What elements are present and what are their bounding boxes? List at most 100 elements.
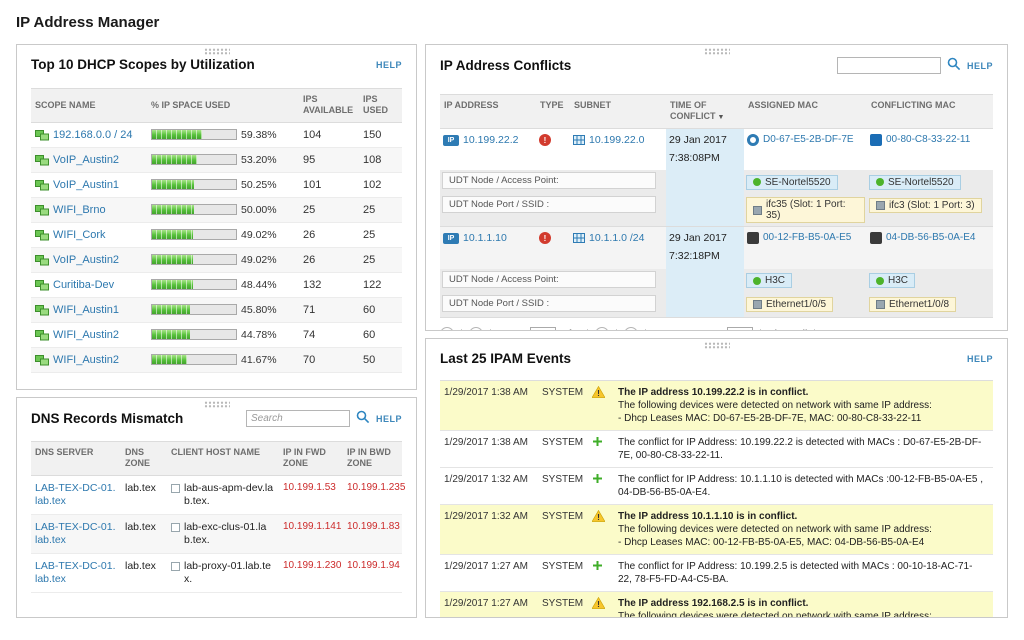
event-row: 1/29/2017 1:32 AM SYSTEM ! The conflict … bbox=[440, 468, 993, 505]
column-header: DNS SERVER bbox=[35, 447, 94, 457]
help-link[interactable]: HELP bbox=[376, 414, 402, 424]
search-input[interactable] bbox=[836, 57, 941, 74]
assigned-node-chip[interactable]: SE-Nortel5520 bbox=[746, 174, 838, 190]
panel-ip-conflicts: IP Address Conflicts HELP IP ADDRESS TYP… bbox=[425, 44, 1008, 331]
scope-name-link[interactable]: WIFI_Austin1 bbox=[53, 304, 119, 316]
event-row: 1/29/2017 1:27 AM SYSTEM ! The IP addres… bbox=[440, 592, 993, 617]
prev-page-button[interactable]: ‹ bbox=[469, 327, 483, 330]
event-time: 1/29/2017 1:38 AM bbox=[444, 437, 528, 448]
conflicting-mac-link[interactable]: 00-80-C8-33-22-11 bbox=[886, 134, 970, 145]
utilization-percent: 50.00% bbox=[241, 203, 277, 216]
assigned-node-chip[interactable]: H3C bbox=[746, 273, 793, 289]
items-on-page-input[interactable] bbox=[726, 326, 753, 330]
subnet-link[interactable]: 10.199.22.0 bbox=[589, 134, 644, 146]
scope-name-link[interactable]: WIFI_Austin2 bbox=[53, 329, 119, 341]
table-row: VoIP_Austin1 50.25% 101 102 bbox=[31, 173, 402, 198]
scope-icon bbox=[35, 179, 49, 191]
column-header: CONFLICTING MAC bbox=[871, 100, 956, 110]
utilization-percent: 44.78% bbox=[241, 328, 277, 341]
page-title: IP Address Manager bbox=[16, 14, 160, 31]
column-header: ASSIGNED MAC bbox=[748, 100, 819, 110]
help-link[interactable]: HELP bbox=[967, 354, 993, 364]
utilization-percent: 59.38% bbox=[241, 128, 277, 141]
scope-name-link[interactable]: VoIP_Austin2 bbox=[53, 154, 119, 166]
drag-handle-icon[interactable] bbox=[703, 342, 730, 349]
sorted-column-fill bbox=[666, 170, 744, 195]
panel-title: IP Address Conflicts bbox=[440, 58, 572, 73]
dns-table-body: LAB-TEX-DC-01.lab.tex lab.tex lab-aus-ap… bbox=[31, 476, 405, 594]
host-icon bbox=[171, 562, 180, 571]
drag-handle-icon[interactable] bbox=[203, 48, 230, 55]
add-icon bbox=[592, 560, 603, 574]
scope-name-link[interactable]: WIFI_Brno bbox=[53, 204, 106, 216]
utilization-percent: 49.02% bbox=[241, 253, 277, 266]
panel-title: Top 10 DHCP Scopes by Utilization bbox=[31, 57, 255, 72]
conflicting-node-chip[interactable]: SE-Nortel5520 bbox=[869, 174, 961, 190]
assigned-mac-link[interactable]: 00-12-FB-B5-0A-E5 bbox=[763, 232, 851, 243]
conflicting-mac-link[interactable]: 04-DB-56-B5-0A-E4 bbox=[886, 232, 975, 243]
scope-name-link[interactable]: Curitiba-Dev bbox=[53, 279, 114, 291]
drag-handle-icon[interactable] bbox=[703, 48, 730, 55]
search-input[interactable] bbox=[245, 410, 350, 427]
assigned-port-chip[interactable]: ifc35 (Slot: 1 Port: 35) bbox=[746, 197, 865, 224]
udt-node-label: UDT Node / Access Point: bbox=[442, 172, 656, 190]
conflict-ip-link[interactable]: 10.199.22.2 bbox=[463, 134, 518, 146]
last-page-button[interactable]: » bbox=[624, 327, 639, 330]
help-link[interactable]: HELP bbox=[376, 60, 402, 70]
assigned-mac-link[interactable]: D0-67-E5-2B-DF-7E bbox=[763, 134, 854, 145]
event-message: The IP address 10.1.1.10 is in conflict.… bbox=[618, 511, 932, 548]
event-time: 1/29/2017 1:27 AM bbox=[444, 598, 528, 609]
page-number-input[interactable] bbox=[529, 326, 556, 330]
column-header: CLIENT HOST NAME bbox=[171, 447, 260, 457]
scope-name-link[interactable]: VoIP_Austin2 bbox=[53, 254, 119, 266]
warning-icon: ! bbox=[591, 596, 606, 612]
drag-handle-icon[interactable] bbox=[203, 401, 230, 408]
conflicting-node-chip[interactable]: H3C bbox=[869, 273, 916, 289]
ip-address-icon: IP bbox=[443, 135, 459, 146]
utilization-bar bbox=[151, 129, 237, 140]
column-header-sort-time[interactable]: TIME OF CONFLICT ▼ bbox=[666, 95, 744, 128]
ips-available-value: 26 bbox=[303, 228, 316, 241]
utilization-percent: 49.02% bbox=[241, 228, 277, 241]
scope-name-link[interactable]: 192.168.0.0 / 24 bbox=[53, 129, 133, 141]
ips-used-value: 50 bbox=[363, 353, 376, 366]
scope-name-link[interactable]: WIFI_Cork bbox=[53, 229, 106, 241]
table-row: WIFI_Austin1 45.80% 71 60 bbox=[31, 297, 402, 323]
conflict-ip-link[interactable]: 10.1.1.10 bbox=[463, 232, 507, 244]
node-status-icon bbox=[753, 178, 761, 187]
dns-server-link[interactable]: LAB-TEX-DC-01.lab.tex bbox=[35, 482, 116, 507]
next-page-button[interactable]: › bbox=[595, 327, 610, 330]
utilization-percent: 41.67% bbox=[241, 353, 277, 366]
table-row: WIFI_Austin2 44.78% 74 60 bbox=[31, 323, 402, 348]
items-on-page-label: Items on page bbox=[653, 328, 720, 330]
dns-server-link[interactable]: LAB-TEX-DC-01.lab.tex bbox=[35, 521, 116, 546]
help-link[interactable]: HELP bbox=[967, 61, 993, 71]
event-row: 1/29/2017 1:32 AM SYSTEM ! The IP addres… bbox=[440, 505, 993, 555]
event-time: 1/29/2017 1:38 AM bbox=[444, 387, 528, 398]
udt-port-label: UDT Node Port / SSID : bbox=[442, 196, 656, 214]
conflicting-port-chip[interactable]: ifc3 (Slot: 1 Port: 3) bbox=[869, 198, 982, 214]
search-button[interactable] bbox=[947, 57, 961, 74]
subnet-link[interactable]: 10.1.1.0 /24 bbox=[589, 232, 644, 244]
dns-zone-value: lab.tex bbox=[125, 520, 156, 533]
ips-available-value: 70 bbox=[303, 353, 316, 366]
first-page-button[interactable]: « bbox=[440, 327, 454, 330]
event-row: 1/29/2017 1:27 AM SYSTEM ! The conflict … bbox=[440, 555, 993, 592]
scope-icon bbox=[35, 254, 49, 266]
ips-available-value: 25 bbox=[303, 203, 316, 216]
conflicting-port-chip[interactable]: Ethernet1/0/8 bbox=[869, 296, 957, 312]
dns-server-link[interactable]: LAB-TEX-DC-01.lab.tex bbox=[35, 560, 116, 585]
scope-icon bbox=[35, 204, 49, 216]
table-row: VoIP_Austin2 49.02% 26 25 bbox=[31, 247, 402, 273]
port-icon bbox=[876, 201, 885, 211]
event-source: SYSTEM bbox=[542, 437, 584, 448]
show-all-link[interactable]: Show all bbox=[768, 328, 808, 330]
scope-name-link[interactable]: VoIP_Austin1 bbox=[53, 179, 119, 191]
vendor-icon bbox=[747, 232, 759, 245]
scope-name-link[interactable]: WIFI_Austin2 bbox=[53, 354, 119, 366]
search-button[interactable] bbox=[356, 410, 370, 427]
ip-bwd-zone-value: 10.199.1.235 bbox=[347, 481, 406, 493]
assigned-port-chip[interactable]: Ethernet1/0/5 bbox=[746, 296, 834, 312]
column-header: SUBNET bbox=[574, 100, 612, 110]
dhcp-table-body: 192.168.0.0 / 24 59.38% 104 150 VoIP_Aus… bbox=[31, 123, 402, 373]
